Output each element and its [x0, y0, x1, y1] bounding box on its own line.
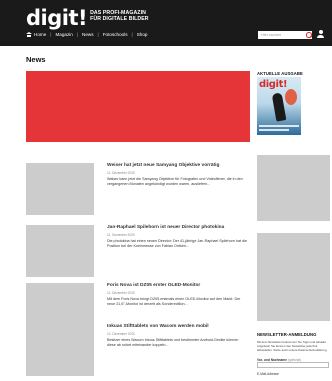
cover-accent	[285, 89, 297, 105]
site-logo[interactable]: digit! DAS PROFI-MAGAZIN FÜR DIGITALE BI…	[26, 7, 150, 29]
newsletter-text: Mit dem Newsletter bekommen Sie Tipps un…	[257, 340, 328, 352]
nav-separator: |	[131, 32, 133, 37]
article-date: 11. Dezember 2020	[107, 171, 135, 175]
user-icon-head	[318, 30, 323, 34]
nav-item-shop[interactable]: Shop	[137, 32, 148, 37]
current-issue-heading: AKTUELLE AUSGABE	[257, 71, 303, 76]
article-item[interactable]: Jan-Raphael Spilehorn ist neuer Director…	[26, 225, 250, 277]
cover-text-strip	[259, 129, 289, 131]
logo-tagline: DAS PROFI-MAGAZIN FÜR DIGITALE BILDER	[90, 10, 150, 22]
nav-item-home[interactable]: Home	[34, 32, 46, 37]
name-field[interactable]	[257, 362, 329, 368]
article-title[interactable]: Jan-Raphael Spilehorn ist neuer Director…	[107, 225, 224, 230]
article-thumbnail[interactable]	[26, 324, 94, 376]
banner-ad[interactable]	[26, 71, 250, 142]
article-thumbnail[interactable]	[26, 163, 94, 215]
article-date: 10. Dezember 2020	[107, 332, 135, 336]
nav-item-magazin[interactable]: Magazin	[55, 32, 72, 37]
article-teaser: Die photokina hat einen neuen Director: …	[107, 239, 248, 249]
magazine-logo: digit!	[259, 79, 288, 90]
user-icon[interactable]	[317, 30, 324, 39]
article-title[interactable]: Inkuas Stifttablets von Wacom werden mob…	[107, 324, 209, 329]
newsletter-heading: NEWSLETTER-ANMELDUNG	[257, 332, 317, 337]
site-header: digit! DAS PROFI-MAGAZIN FÜR DIGITALE BI…	[0, 0, 332, 46]
user-icon-body	[317, 34, 324, 38]
page-title: News	[26, 55, 46, 64]
search-input[interactable]: Hier suchen	[258, 31, 312, 39]
main-nav: Home | Magazin | News | Fotoschools | Sh…	[26, 32, 151, 37]
tagline-line-2: FÜR DIGITALE BILDER	[90, 16, 149, 22]
cover-text-strip	[259, 125, 299, 127]
sidebar-ad[interactable]	[257, 155, 330, 221]
nav-separator: |	[50, 32, 52, 37]
article-thumbnail[interactable]	[26, 225, 94, 277]
article-title[interactable]: Foris Nova ist DZ05 erster OLED-Monitor	[107, 283, 200, 288]
sidebar-ad[interactable]	[257, 233, 330, 321]
article-item[interactable]: Inkuas Stifttablets von Wacom werden mob…	[26, 324, 250, 376]
nav-item-fotoschools[interactable]: Fotoschools	[103, 32, 128, 37]
article-date: 11. Dezember 2020	[107, 291, 135, 295]
article-item[interactable]: Weiser hat jetzt neue Samyang Objektive …	[26, 163, 250, 215]
article-title[interactable]: Weiser hat jetzt neue Samyang Objektive …	[107, 163, 219, 168]
nav-item-news[interactable]: News	[82, 32, 94, 37]
nav-separator: |	[97, 32, 99, 37]
article-teaser: Mit dem Foris Nova bringt DZ05 erstmals …	[107, 297, 241, 307]
search-icon[interactable]	[306, 32, 312, 38]
article-teaser: Besitzer eines Wacom Intuos Stifttablets…	[107, 338, 239, 348]
article-teaser: Walser kann jetzt die Samyang Objektive …	[107, 177, 243, 187]
home-icon[interactable]	[26, 32, 32, 37]
logo-wordmark[interactable]: digit!	[26, 7, 88, 29]
email-field-label: E-Mail-Adresse	[257, 372, 279, 376]
nav-separator: |	[76, 32, 79, 37]
magazine-cover[interactable]: digit!	[257, 77, 301, 135]
article-date: 11. Dezember 2020	[107, 233, 135, 237]
